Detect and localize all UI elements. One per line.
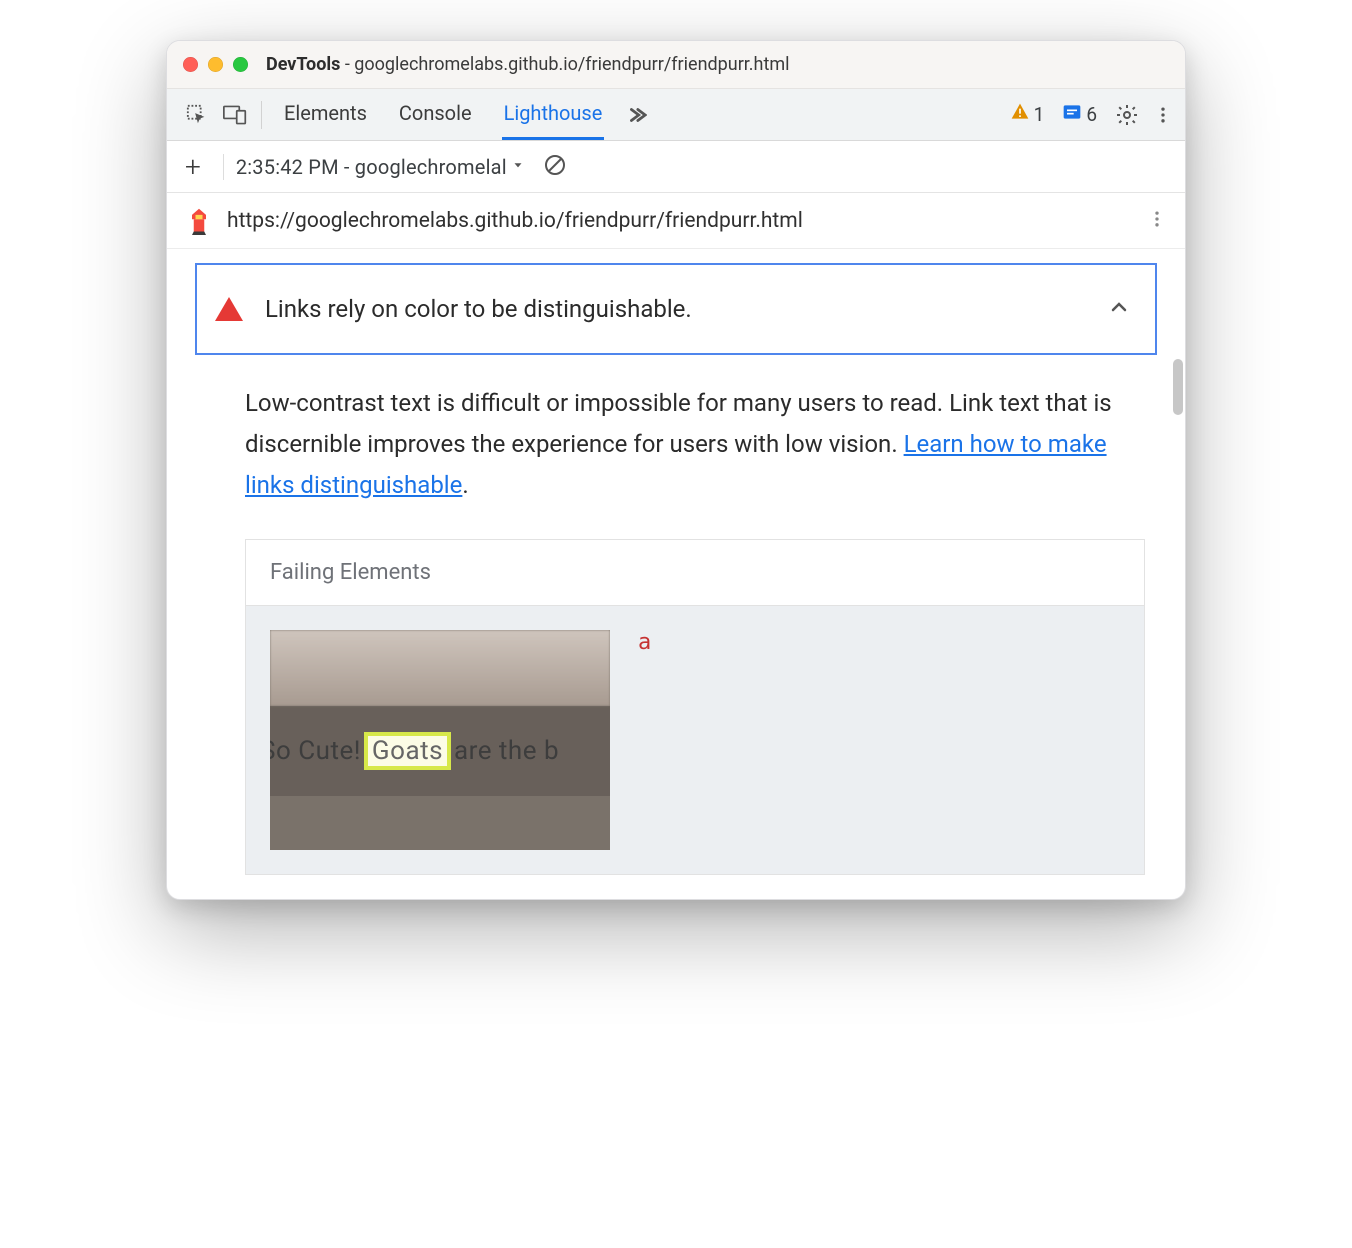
settings-button[interactable] [1113, 101, 1141, 129]
lighthouse-toolbar: + 2:35:42 PM - googlechromelal [167, 141, 1185, 193]
window-title: DevTools - googlechromelabs.github.io/fr… [266, 54, 790, 75]
dropdown-caret-icon [511, 157, 525, 176]
audit-item[interactable]: Links rely on color to be distinguishabl… [195, 263, 1157, 355]
lighthouse-icon [185, 207, 213, 235]
issues-count: 6 [1086, 103, 1097, 126]
panel-toolbar: Elements Console Lighthouse 1 6 [167, 89, 1185, 141]
highlighted-link: Goats [368, 736, 447, 766]
device-toolbar-icon[interactable] [221, 101, 249, 129]
new-report-button[interactable]: + [185, 150, 201, 183]
zoom-window-button[interactable] [233, 57, 248, 72]
failing-elements-body: So Cute! Goats are the b a [246, 606, 1144, 874]
audit-title: Links rely on color to be distinguishabl… [265, 295, 692, 323]
status-badges: 1 6 [1010, 102, 1097, 127]
report-history-select[interactable]: 2:35:42 PM - googlechromelal [236, 155, 507, 179]
window-controls [183, 57, 248, 72]
clear-report-button[interactable] [543, 153, 567, 181]
minimize-window-button[interactable] [208, 57, 223, 72]
more-options-button[interactable] [1149, 101, 1177, 129]
report-url: https://googlechromelabs.github.io/frien… [227, 209, 803, 233]
fail-triangle-icon [215, 297, 243, 321]
title-app: DevTools [266, 54, 340, 75]
toolbar-divider [261, 101, 262, 129]
warnings-badge[interactable]: 1 [1010, 102, 1045, 127]
report-content: Links rely on color to be distinguishabl… [167, 249, 1185, 899]
report-url-row: https://googlechromelabs.github.io/frien… [167, 193, 1185, 249]
failing-elements-header: Failing Elements [246, 540, 1144, 606]
collapse-chevron-icon[interactable] [1107, 295, 1131, 323]
close-window-button[interactable] [183, 57, 198, 72]
element-selector[interactable]: a [638, 630, 651, 655]
warning-icon [1010, 102, 1030, 127]
more-tabs-button[interactable] [624, 104, 648, 126]
devtools-window: DevTools - googlechromelabs.github.io/fr… [166, 40, 1186, 900]
issues-icon [1062, 102, 1082, 127]
titlebar: DevTools - googlechromelabs.github.io/fr… [167, 41, 1185, 89]
inspect-element-icon[interactable] [183, 101, 211, 129]
element-screenshot[interactable]: So Cute! Goats are the b [270, 630, 610, 850]
panel-tabs: Elements Console Lighthouse [282, 89, 604, 140]
tab-elements[interactable]: Elements [282, 89, 369, 140]
tab-lighthouse[interactable]: Lighthouse [502, 89, 605, 140]
failing-elements-box: Failing Elements So Cute! Goats are the … [245, 539, 1145, 875]
toolbar-divider [223, 154, 224, 180]
warnings-count: 1 [1034, 103, 1045, 126]
report-menu-button[interactable] [1147, 209, 1167, 233]
thumb-preview-text: So Cute! Goats are the b [270, 736, 559, 766]
audit-description: Low-contrast text is difficult or imposs… [245, 383, 1145, 505]
title-url: googlechromelabs.github.io/friendpurr/fr… [354, 54, 789, 75]
issues-badge[interactable]: 6 [1062, 102, 1097, 127]
tab-console[interactable]: Console [397, 89, 474, 140]
